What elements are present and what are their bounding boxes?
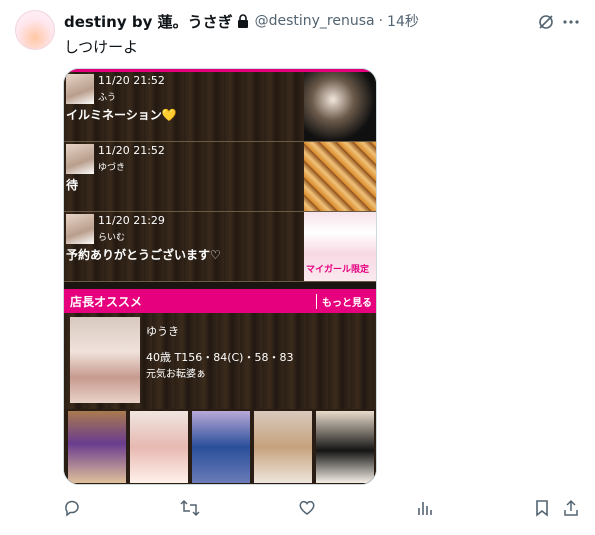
grok-icon[interactable] (537, 13, 555, 31)
featured-profile: ゆうき 40歳 T156・84(C)・58・83 元気お転婆ぁ (64, 313, 376, 409)
post-thumbnail (66, 214, 94, 244)
post-message: 予約ありがとうございます♡ (66, 248, 221, 262)
featured-photo (70, 317, 140, 403)
bookmark-icon[interactable] (534, 499, 550, 517)
share-icon[interactable] (563, 499, 579, 517)
section-header: 店長オススメ もっと見る (64, 289, 376, 313)
views-icon[interactable] (416, 499, 434, 517)
avatar[interactable] (15, 10, 55, 50)
section-title: 店長オススメ (70, 295, 143, 309)
display-name[interactable]: destiny by 蓮。うさぎ (64, 11, 233, 32)
grid-photo (254, 411, 312, 483)
post-thumbnail (66, 74, 94, 104)
grid-photo (192, 411, 250, 483)
like-icon[interactable] (298, 499, 316, 517)
banner-text: マイガール限定 (306, 265, 370, 275)
more-icon[interactable] (562, 13, 580, 31)
post-message: 待 (66, 178, 79, 192)
tweet-text: しつけーよ (64, 38, 139, 56)
grid-photo (130, 411, 188, 483)
tweet-header: destiny by 蓮。うさぎ @destiny_renusa · 14秒 (64, 11, 419, 31)
post-time: 11/20 21:29 (98, 214, 165, 227)
tweet: destiny by 蓮。うさぎ @destiny_renusa · 14秒 し… (0, 0, 595, 535)
post-photo (304, 142, 376, 211)
lock-icon (237, 14, 248, 28)
photo-grid (64, 409, 376, 484)
post-name: ゆづき (98, 163, 126, 173)
reply-icon[interactable] (63, 499, 81, 517)
post-time: 11/20 21:52 (98, 74, 165, 87)
post-time: 11/20 21:52 (98, 144, 165, 157)
post-photo (304, 72, 376, 141)
retweet-icon[interactable] (180, 499, 200, 517)
grid-photo (316, 411, 374, 483)
diary-post: 11/20 21:52 ふう イルミネーション💛 (64, 72, 376, 142)
separator: · (378, 13, 384, 29)
grid-photo (68, 411, 126, 483)
handle[interactable]: @destiny_renusa (255, 13, 375, 29)
featured-name: ゆうき (146, 325, 179, 338)
timestamp[interactable]: 14秒 (387, 11, 419, 31)
post-message: イルミネーション💛 (66, 108, 177, 122)
post-name: ふう (98, 93, 117, 103)
diary-post: 11/20 21:29 らいむ 予約ありがとうございます♡ マイガール限定 (64, 212, 376, 282)
post-name: らいむ (98, 233, 126, 243)
diary-post: 11/20 21:52 ゆづき 待 (64, 142, 376, 212)
featured-note: 元気お転婆ぁ (146, 369, 206, 380)
more-link[interactable]: もっと見る (316, 294, 372, 309)
post-banner: マイガール限定 (304, 212, 376, 281)
featured-specs: 40歳 T156・84(C)・58・83 (146, 351, 294, 364)
media-image[interactable]: 11/20 21:52 ふう イルミネーション💛 11/20 21:52 ゆづき… (63, 68, 377, 485)
post-thumbnail (66, 144, 94, 174)
